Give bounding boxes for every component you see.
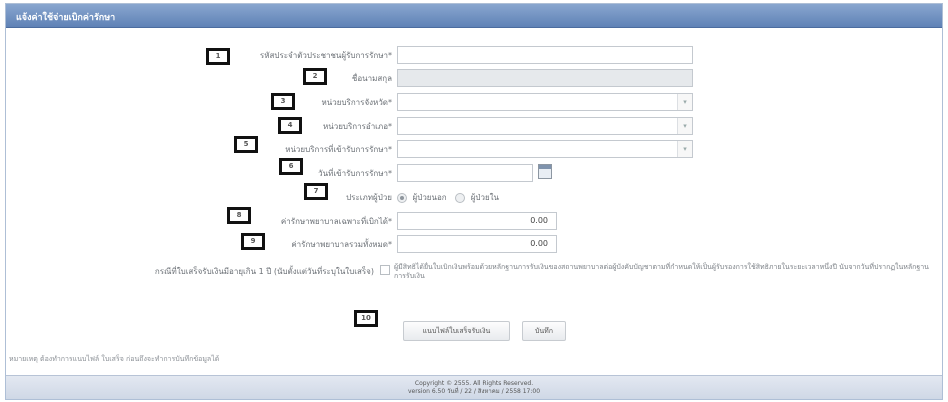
service-date-label: วันที่เข้ารับการรักษา* [318, 169, 392, 178]
hospital-select[interactable]: ▾ [397, 140, 693, 158]
form-panel: แจ้งค่าใช้จ่ายเบิกค่ารักษา รหัสประจำตัวป… [5, 3, 943, 400]
radio-inpatient-label: ผู้ป่วยใน [470, 193, 500, 202]
row-full-name: ชื่อนามสกุล [6, 67, 942, 89]
row-claimable-cost: ค่ารักษาพยาบาลเฉพาะที่เบิกได้* 0.00 [6, 210, 942, 232]
citizen-id-input[interactable] [397, 46, 693, 64]
full-name-label: ชื่อนามสกุล [351, 74, 392, 83]
claimable-cost-input[interactable]: 0.00 [397, 212, 557, 230]
annotation-badge-6: 6 [279, 158, 303, 175]
patient-type-radio-group: ผู้ป่วยนอก ผู้ป่วยใน [397, 191, 499, 204]
radio-outpatient[interactable] [397, 192, 407, 203]
late-claim-text: ผู้มีสิทธิได้ยื่นใบเบิกเงินพร้อมด้วยหลัก… [394, 263, 929, 280]
total-cost-input[interactable]: 0.00 [397, 235, 557, 253]
chevron-down-icon: ▾ [683, 145, 687, 153]
annotation-badge-1: 1 [206, 48, 230, 65]
note-text: หมายเหตุ ต้องทำการแนบไฟล์ ใบเสร็จ ก่อนถึ… [9, 355, 220, 363]
district-label: หน่วยบริการอำเภอ* [322, 122, 392, 131]
row-patient-type: ประเภทผู้ป่วย ผู้ป่วยนอก ผู้ป่วยใน [6, 186, 942, 208]
chevron-down-icon: ▾ [683, 122, 687, 130]
row-province: หน่วยบริการจังหวัด* ▾ [6, 91, 942, 113]
panel-header: แจ้งค่าใช้จ่ายเบิกค่ารักษา [6, 4, 942, 28]
attach-receipt-button[interactable]: แนบไฟล์ใบเสร็จรับเงิน [403, 321, 510, 341]
district-select[interactable]: ▾ [397, 117, 693, 135]
claimable-cost-label: ค่ารักษาพยาบาลเฉพาะที่เบิกได้* [280, 217, 392, 226]
row-service-date: วันที่เข้ารับการรักษา* [6, 162, 942, 184]
calendar-icon[interactable] [538, 164, 552, 179]
annotation-badge-3: 3 [271, 93, 295, 110]
radio-outpatient-label: ผู้ป่วยนอก [412, 193, 447, 202]
row-total-cost: ค่ารักษาพยาบาลรวมทั้งหมด* 0.00 [6, 233, 942, 255]
annotation-badge-10: 10 [354, 310, 378, 327]
footer-version: version 6.50 วันที่ / 22 / สิงหาคม / 255… [407, 388, 541, 395]
service-date-input[interactable] [397, 164, 533, 182]
full-name-field [397, 69, 693, 87]
row-late-claim: กรณีที่ใบเสร็จรับเงินมีอายุเกิน 1 ปี (นั… [6, 259, 942, 291]
panel-title: แจ้งค่าใช้จ่ายเบิกค่ารักษา [16, 13, 116, 23]
annotation-badge-4: 4 [278, 117, 302, 134]
chevron-down-icon: ▾ [683, 98, 687, 106]
save-button[interactable]: บันทึก [522, 321, 566, 341]
annotation-badge-7: 7 [304, 183, 328, 200]
annotation-badge-9: 9 [241, 233, 265, 250]
footer-copyright: Copyright © 2555. All Rights Reserved. [414, 380, 534, 387]
row-district: หน่วยบริการอำเภอ* ▾ [6, 115, 942, 137]
total-cost-label: ค่ารักษาพยาบาลรวมทั้งหมด* [291, 240, 392, 249]
page-footer: Copyright © 2555. All Rights Reserved. v… [6, 375, 942, 399]
annotation-badge-2: 2 [303, 68, 327, 85]
late-claim-checkbox[interactable] [380, 265, 390, 275]
annotation-badge-5: 5 [234, 136, 258, 153]
radio-inpatient[interactable] [455, 192, 466, 203]
citizen-id-label: รหัสประจำตัวประชาชนผู้รับการรักษา* [259, 51, 392, 60]
hospital-label: หน่วยบริการที่เข้ารับการรักษา* [285, 145, 392, 154]
annotation-badge-8: 8 [227, 207, 251, 224]
late-claim-label: กรณีที่ใบเสร็จรับเงินมีอายุเกิน 1 ปี (นั… [154, 267, 374, 276]
province-select[interactable]: ▾ [397, 93, 693, 111]
row-citizen-id: รหัสประจำตัวประชาชนผู้รับการรักษา* [6, 44, 942, 66]
row-hospital: หน่วยบริการที่เข้ารับการรักษา* ▾ [6, 138, 942, 160]
province-label: หน่วยบริการจังหวัด* [321, 98, 392, 107]
patient-type-label: ประเภทผู้ป่วย [346, 193, 392, 202]
